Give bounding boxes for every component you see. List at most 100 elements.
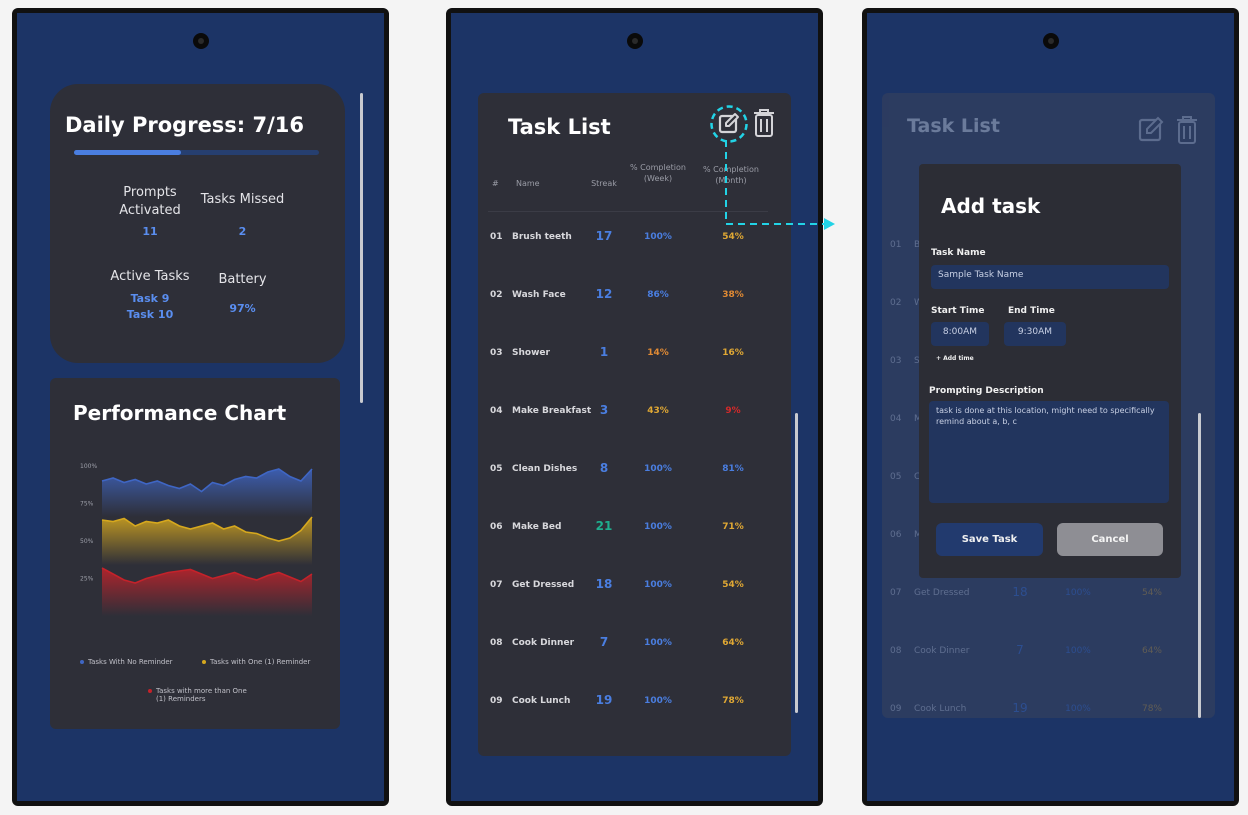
task-month-completion: 64%	[722, 638, 744, 648]
task-streak: 18	[595, 577, 613, 591]
task-number: 09	[890, 704, 902, 714]
performance-chart-card: Performance Chart 100% 75% 50% 25% Tasks Wi…	[50, 378, 340, 729]
col-header-name: Name	[516, 179, 540, 188]
camera-notch	[1042, 33, 1059, 49]
task-name: Cook Dinner	[914, 646, 970, 656]
task-number: 07	[490, 580, 503, 590]
delete-button[interactable]	[751, 108, 777, 138]
add-task-screen: Task List 01Brush teeth17100%54%02Wash F…	[867, 13, 1234, 801]
task-name: Make Breakfast	[512, 406, 592, 416]
task-name: Make Bed	[512, 522, 562, 532]
daily-progress-bar	[74, 150, 319, 155]
cancel-button[interactable]: Cancel	[1057, 523, 1163, 556]
task-month-completion: 64%	[1141, 646, 1162, 656]
daily-progress-title: Daily Progress: 7/16	[65, 113, 305, 137]
trash-icon	[754, 109, 774, 137]
task-list-scrollbar[interactable]	[795, 413, 798, 713]
battery-label: Battery	[218, 272, 267, 287]
legend-multi-reminder-label: Tasks with more than One (1) Reminders	[156, 687, 247, 703]
table-row[interactable]: 03 Shower 1 14% 16%	[478, 345, 791, 365]
active-task-1[interactable]: Task 9	[100, 291, 200, 307]
edit-icon	[1138, 116, 1164, 142]
camera-notch	[192, 33, 209, 49]
y-tick-label: 75%	[80, 501, 94, 508]
prompting-description-textarea[interactable]: task is done at this location, might nee…	[929, 401, 1169, 503]
table-row[interactable]: 09 Cook Lunch 19 100% 78%	[478, 693, 791, 713]
table-row[interactable]: 07 Get Dressed 18 100% 54%	[478, 577, 791, 597]
legend-multi-reminder: Tasks with more than One (1) Reminders	[148, 687, 258, 703]
active-tasks-label: Active Tasks	[110, 269, 190, 284]
save-task-button[interactable]: Save Task	[936, 523, 1043, 556]
legend-no-reminder-label: Tasks With No Reminder	[88, 658, 173, 666]
task-streak: 8	[599, 461, 609, 475]
tasks-missed-label: Tasks Missed	[200, 192, 285, 207]
task-list-screen: Task List # Name Streak % Completion (We…	[451, 13, 818, 801]
task-number: 05	[890, 472, 902, 482]
table-row: 08 Cook Dinner 7 100% 64%	[882, 643, 1215, 663]
task-week-completion: 100%	[644, 580, 672, 590]
table-row[interactable]: 08 Cook Dinner 7 100% 64%	[478, 635, 791, 655]
end-time-input[interactable]: 9:30AM	[1004, 322, 1066, 346]
table-row[interactable]: 06 Make Bed 21 100% 71%	[478, 519, 791, 539]
task-name: Shower	[512, 348, 550, 358]
task-week-completion: 43%	[647, 406, 669, 416]
tasks-missed-value: 2	[238, 225, 247, 238]
table-row[interactable]: 02 Wash Face 12 86% 38%	[478, 287, 791, 307]
col-header-streak: Streak	[591, 179, 617, 188]
task-number: 01	[890, 240, 902, 250]
trash-icon	[1177, 116, 1197, 144]
series-area-0	[102, 469, 312, 517]
task-streak: 1	[599, 345, 609, 359]
task-streak: 21	[595, 519, 613, 533]
table-row: 07 Get Dressed 18 100% 54%	[882, 585, 1215, 605]
y-tick-label: 50%	[80, 538, 94, 545]
task-name: Brush teeth	[512, 232, 572, 242]
task-list-title: Task List	[907, 115, 1000, 137]
task-number: 04	[490, 406, 503, 416]
task-month-completion: 71%	[722, 522, 744, 532]
task-name-label: Task Name	[931, 248, 986, 258]
table-row[interactable]: 05 Clean Dishes 8 100% 81%	[478, 461, 791, 481]
task-week-completion: 86%	[647, 290, 669, 300]
task-name: Cook Lunch	[914, 704, 967, 714]
edit-button[interactable]	[710, 105, 748, 143]
add-time-link[interactable]: + Add time	[936, 355, 974, 362]
task-name: Clean Dishes	[512, 464, 578, 474]
task-number: 06	[490, 522, 503, 532]
performance-chart: 100% 75% 50% 25%	[80, 463, 313, 616]
table-row[interactable]: 04 Make Breakfast 3 43% 9%	[478, 403, 791, 423]
legend-one-reminder-label: Tasks with One (1) Reminder	[210, 658, 311, 666]
task-month-completion: 78%	[722, 696, 744, 706]
task-number: 09	[490, 696, 503, 706]
daily-progress-fill	[74, 150, 182, 155]
end-time-label: End Time	[1008, 306, 1055, 316]
task-name: Cook Dinner	[512, 638, 575, 648]
battery-value: 97%	[229, 302, 256, 315]
performance-chart-title: Performance Chart	[73, 401, 287, 425]
legend-dot-red	[148, 689, 152, 693]
task-month-completion: 54%	[722, 232, 744, 242]
phone-dashboard: Daily Progress: 7/16 Prompts Activated 1…	[12, 8, 389, 806]
task-name: Get Dressed	[914, 588, 970, 598]
task-streak: 18	[1012, 585, 1028, 599]
active-task-2[interactable]: Task 10	[100, 307, 200, 323]
task-month-completion: 38%	[722, 290, 744, 300]
col-header-week: % Completion (Week)	[630, 163, 686, 183]
add-task-modal: Add task Task Name Sample Task Name Star…	[919, 164, 1181, 578]
start-time-input[interactable]: 8:00AM	[931, 322, 989, 346]
start-time-label: Start Time	[931, 306, 985, 316]
task-week-completion: 100%	[644, 232, 672, 242]
add-task-scrollbar[interactable]	[1198, 413, 1201, 718]
task-week-completion: 100%	[644, 522, 672, 532]
col-header-num: #	[492, 179, 499, 188]
dashboard-scrollbar[interactable]	[360, 93, 363, 403]
task-month-completion: 78%	[1141, 704, 1162, 714]
series-area-2	[102, 568, 312, 616]
prompts-activated-value: 11	[142, 225, 158, 238]
table-row[interactable]: 01 Brush teeth 17 100% 54%	[478, 229, 791, 249]
task-number: 07	[890, 588, 902, 598]
task-month-completion: 16%	[722, 348, 744, 358]
phone-add-task: Task List 01Brush teeth17100%54%02Wash F…	[862, 8, 1239, 806]
task-name-input[interactable]: Sample Task Name	[931, 265, 1169, 289]
prompting-description-label: Prompting Description	[929, 386, 1044, 396]
